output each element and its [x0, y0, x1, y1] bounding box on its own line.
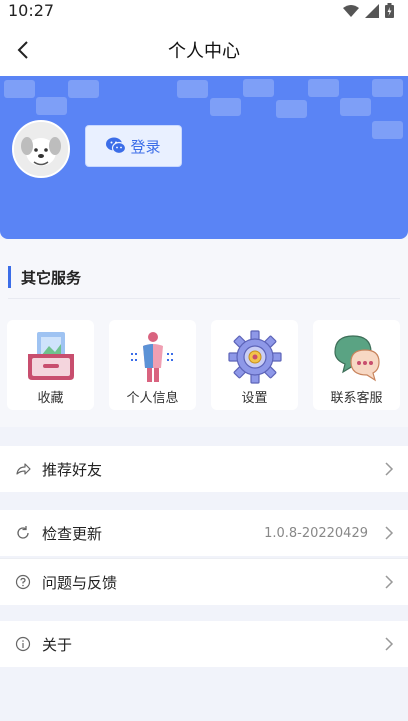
menu-item-feedback[interactable]: 问题与反馈: [0, 559, 408, 605]
login-button[interactable]: 登录: [85, 125, 182, 167]
refresh-icon: [17, 526, 29, 539]
section-accent-bar: [8, 266, 11, 288]
menu-item-about[interactable]: 关于: [0, 621, 408, 667]
info-icon: [15, 636, 31, 652]
wechat-icon: [106, 137, 127, 155]
banner-pattern: [68, 80, 99, 98]
page-title: 个人中心: [168, 41, 240, 62]
profile-banner: 登录: [0, 76, 408, 239]
service-label: 个人信息: [126, 391, 179, 406]
chat-bubbles-icon: [333, 335, 380, 382]
favorites-box-icon: [27, 332, 74, 380]
section-divider: [8, 298, 400, 299]
nav-bar: 个人中心: [0, 24, 408, 76]
chevron-right-icon: [385, 575, 394, 589]
banner-pattern: [36, 97, 67, 115]
service-personal-info[interactable]: 个人信息: [109, 320, 196, 410]
banner-pattern: [243, 79, 274, 97]
banner-pattern: [210, 98, 241, 116]
battery-icon: [385, 3, 394, 18]
services-grid: 收藏 个人信息 设置 联系客服: [7, 320, 400, 410]
chevron-right-icon: [385, 637, 394, 651]
banner-pattern: [340, 98, 371, 116]
banner-pattern: [4, 80, 35, 98]
settings-gear-icon: [227, 330, 282, 384]
status-time: 10:27: [8, 1, 55, 20]
status-bar: 10:27: [0, 0, 408, 24]
section-header: 其它服务: [8, 265, 81, 289]
menu-label: 关于: [42, 635, 73, 654]
question-icon: [15, 574, 31, 590]
banner-pattern: [276, 100, 307, 118]
menu-item-check-update[interactable]: 检查更新 1.0.8-20220429: [0, 510, 408, 556]
wifi-icon: [343, 4, 359, 17]
menu-label: 推荐好友: [42, 460, 103, 479]
service-label: 设置: [241, 391, 268, 406]
login-label: 登录: [130, 137, 161, 156]
service-contact-support[interactable]: 联系客服: [313, 320, 400, 410]
banner-pattern: [372, 79, 403, 97]
status-icons: [343, 3, 394, 18]
section-title: 其它服务: [21, 268, 82, 287]
share-icon: [16, 463, 31, 475]
dog-avatar-icon: [14, 122, 68, 176]
service-settings[interactable]: 设置: [211, 320, 298, 410]
menu-item-recommend-friends[interactable]: 推荐好友: [0, 446, 408, 492]
service-label: 联系客服: [330, 391, 383, 406]
chevron-right-icon: [385, 526, 394, 540]
version-text: 1.0.8-20220429: [264, 525, 368, 541]
signal-icon: [365, 3, 379, 18]
banner-pattern: [372, 121, 403, 139]
banner-pattern: [177, 80, 208, 98]
other-services-section: 其它服务 收藏 个人信息 设置 联系客服: [0, 239, 408, 427]
person-info-icon: [130, 332, 175, 382]
banner-pattern: [308, 79, 339, 97]
chevron-right-icon: [385, 462, 394, 476]
service-favorites[interactable]: 收藏: [7, 320, 94, 410]
menu-label: 问题与反馈: [42, 573, 118, 592]
avatar[interactable]: [12, 120, 70, 178]
service-label: 收藏: [37, 391, 64, 406]
menu-label: 检查更新: [42, 524, 103, 543]
